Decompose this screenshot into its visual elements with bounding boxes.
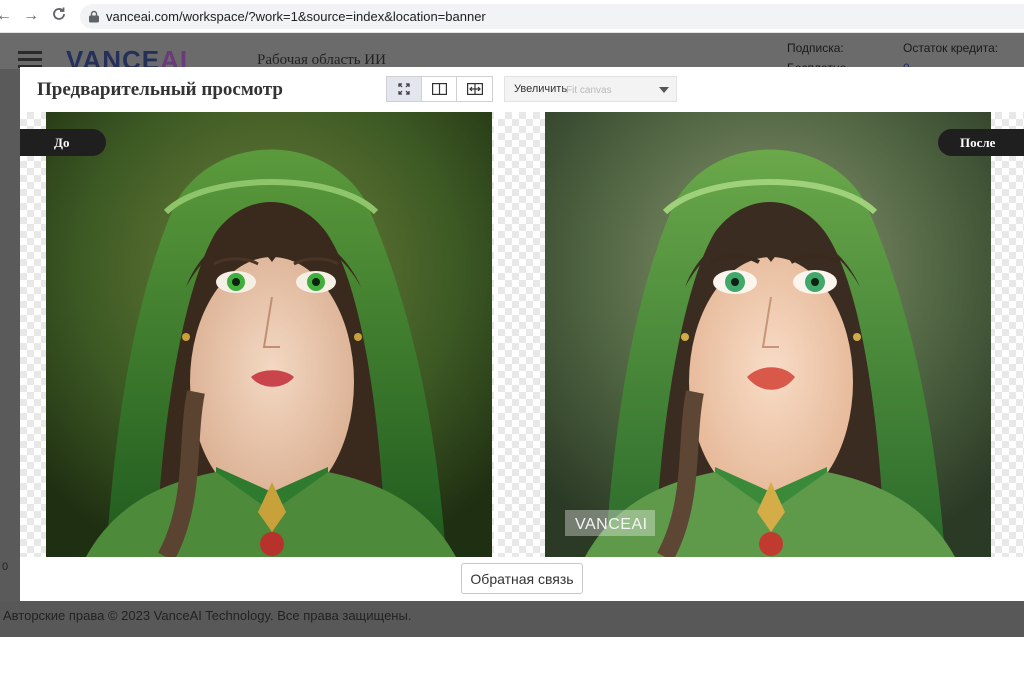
zoom-input[interactable] bbox=[566, 82, 656, 98]
zoom-select[interactable]: Увеличить bbox=[504, 76, 677, 102]
credits-label: Остаток кредита: bbox=[903, 41, 999, 55]
copyright-text: Авторские права © 2023 VanceAI Technolog… bbox=[3, 608, 412, 623]
modal-title: Предварительный просмотр bbox=[37, 79, 283, 100]
preview-modal: Предварительный просмотр Увеличить Fit c… bbox=[20, 67, 1024, 601]
menu-icon[interactable] bbox=[18, 51, 42, 68]
feedback-button[interactable]: Обратная связь bbox=[461, 563, 583, 594]
side-value: 0 bbox=[2, 561, 9, 573]
before-label: До bbox=[20, 129, 106, 156]
fullscreen-view-button[interactable] bbox=[387, 77, 422, 101]
after-label: После bbox=[938, 129, 1024, 156]
before-image bbox=[46, 112, 492, 557]
view-mode-toggle bbox=[386, 76, 493, 102]
footer: Авторские права © 2023 VanceAI Technolog… bbox=[0, 601, 1024, 637]
compare-slider-icon bbox=[466, 83, 483, 95]
watermark-text: VANCEAI bbox=[575, 516, 648, 533]
before-pane: До bbox=[20, 112, 494, 557]
reload-icon[interactable] bbox=[49, 6, 69, 26]
back-arrow-icon[interactable]: ← bbox=[0, 6, 14, 26]
subscription-label: Подписка: bbox=[787, 41, 844, 55]
lock-icon bbox=[89, 10, 99, 23]
side-by-side-view-button[interactable] bbox=[422, 77, 457, 101]
after-pane: VANCEAI После bbox=[498, 112, 1024, 557]
address-bar[interactable]: vanceai.com/workspace/?work=1&source=ind… bbox=[80, 4, 1024, 29]
url-text: vanceai.com/workspace/?work=1&source=ind… bbox=[106, 9, 486, 24]
browser-toolbar: ← → vanceai.com/workspace/?work=1&source… bbox=[0, 0, 1024, 33]
forward-arrow-icon[interactable]: → bbox=[21, 6, 41, 26]
after-image: VANCEAI bbox=[545, 112, 991, 557]
app-header: VANCEAI Рабочая область ИИ Подписка: Бес… bbox=[0, 33, 1024, 75]
chevron-down-icon[interactable] bbox=[659, 87, 669, 93]
expand-icon bbox=[398, 83, 410, 95]
slider-compare-view-button[interactable] bbox=[457, 77, 492, 101]
split-view-icon bbox=[431, 83, 447, 95]
zoom-label: Увеличить bbox=[514, 83, 568, 95]
